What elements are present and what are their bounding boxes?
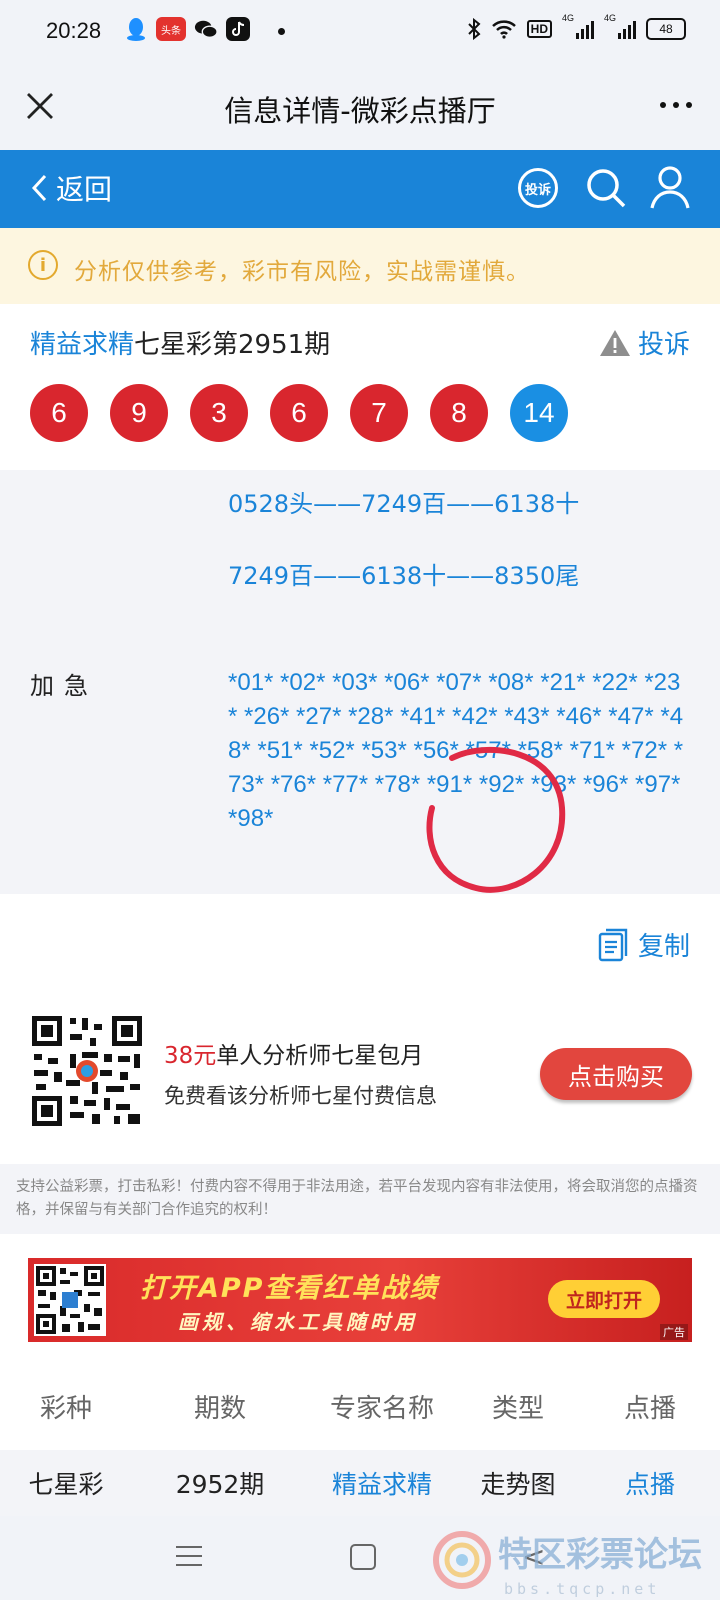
- status-right: HD 4G 4G 48: [467, 13, 686, 40]
- wifi-icon: [491, 20, 516, 39]
- notice-text: 分析仅供参考，彩市有风险，实战需谨慎。: [74, 259, 530, 285]
- qq-icon: [124, 17, 148, 41]
- wechat-icon: [194, 17, 218, 41]
- bluetooth-icon: [467, 18, 481, 40]
- app-banner-ad[interactable]: 打开APP查看红单战绩 画规、缩水工具随时用 立即打开 广告: [28, 1258, 692, 1342]
- banner-title: 打开APP查看红单战绩: [140, 1273, 439, 1304]
- ball: 8: [430, 384, 488, 442]
- complain-button[interactable]: 投诉: [598, 324, 690, 361]
- home-icon[interactable]: [350, 1544, 376, 1570]
- ball: 7: [350, 384, 408, 442]
- page-title: 信息详情-微彩点播厅: [224, 94, 496, 128]
- ball: 6: [270, 384, 328, 442]
- table-cell: 七星彩: [28, 1470, 104, 1499]
- ball: 9: [110, 384, 168, 442]
- forum-watermark: 特区彩票论坛 bbs.tqcp.net: [433, 1531, 702, 1598]
- result-balls: 6 9 3 6 7 8 14: [30, 384, 568, 442]
- more-icon[interactable]: [660, 102, 692, 108]
- menu-icon[interactable]: [176, 1546, 202, 1573]
- user-icon[interactable]: [648, 164, 692, 210]
- urgent-label: 加急: [30, 672, 98, 700]
- copy-label: 复制: [637, 932, 690, 962]
- column-header: 点播: [623, 1393, 676, 1424]
- promo-subtitle: 免费看该分析师七星付费信息: [164, 1084, 437, 1108]
- buy-button[interactable]: 点击购买: [540, 1048, 692, 1100]
- hand-drawn-circle: [426, 746, 566, 893]
- copy-button[interactable]: 复制: [598, 926, 690, 963]
- prediction-line-1: 0528头——7249百——6138十: [228, 490, 580, 518]
- prediction-line-2: 7249百——6138十——8350尾: [228, 562, 580, 590]
- tiktok-icon: [226, 17, 250, 41]
- article-title: 精益求精七星彩第2951期: [30, 324, 330, 361]
- promo-price-text: 单人分析师七星包月: [216, 1043, 424, 1069]
- table-cell: 走势图: [480, 1470, 556, 1499]
- promo-title: 38元单人分析师七星包月: [164, 1036, 423, 1070]
- copy-icon: [598, 928, 628, 961]
- signal-icon-2: 4G: [604, 13, 636, 39]
- expert-link[interactable]: 精益求精: [308, 1450, 456, 1516]
- play-link[interactable]: 点播: [580, 1450, 720, 1516]
- risk-notice: i 分析仅供参考，彩市有风险，实战需谨慎。: [0, 228, 720, 304]
- issue-title: 七星彩第2951期: [134, 330, 331, 360]
- table-cell: 2952期: [175, 1470, 265, 1499]
- watermark-url: bbs.tqcp.net: [504, 1580, 660, 1598]
- search-icon[interactable]: [584, 166, 628, 210]
- column-header: 类型: [491, 1393, 544, 1424]
- chevron-left-icon: [31, 174, 47, 202]
- qr-code-icon: [30, 1014, 144, 1128]
- special-ball: 14: [510, 384, 568, 442]
- column-header: 专家名称: [329, 1393, 434, 1424]
- status-time: 20:28: [46, 18, 102, 43]
- table-row: 七星彩 2952期 精益求精 走势图 点播: [0, 1450, 720, 1516]
- promo-price: 38元: [164, 1043, 217, 1069]
- battery-icon: 48: [646, 18, 686, 40]
- status-bar: 20:28 头条 HD 4G 4G 48: [0, 0, 720, 66]
- complain-label: 投诉: [637, 330, 690, 360]
- report-button[interactable]: 投诉: [518, 168, 558, 208]
- prediction-content: 0528头——7249百——6138十 7249百——6138十——8350尾 …: [0, 470, 720, 894]
- title-bar: 信息详情-微彩点播厅: [0, 66, 720, 150]
- watermark-text: 特区彩票论坛: [498, 1535, 702, 1575]
- author-link[interactable]: 精益求精: [30, 330, 134, 360]
- signal-icon: 4G: [562, 13, 594, 39]
- notification-dot: [278, 28, 285, 35]
- banner-subtitle: 画规、缩水工具随时用: [178, 1310, 418, 1334]
- back-label: 返回: [56, 173, 113, 206]
- ball: 6: [30, 384, 88, 442]
- subscription-promo: 38元单人分析师七星包月 免费看该分析师七星付费信息 点击购买: [0, 1000, 720, 1140]
- hd-icon: HD: [526, 20, 552, 38]
- open-app-button[interactable]: 立即打开: [548, 1280, 660, 1318]
- ad-tag: 广告: [660, 1324, 688, 1340]
- notification-icons: 头条: [124, 17, 250, 41]
- nav-bar: 返回 投诉: [0, 150, 720, 228]
- disclaimer-text: 支持公益彩票，打击私彩！付费内容不得用于非法用途，若平台发现内容有非法使用，将会…: [16, 1179, 698, 1218]
- table-header: 彩种 期数 专家名称 类型 点播: [0, 1376, 720, 1436]
- toutiao-icon: 头条: [156, 17, 186, 41]
- disclaimer: 支持公益彩票，打击私彩！付费内容不得用于非法用途，若平台发现内容有非法使用，将会…: [0, 1164, 720, 1234]
- back-button[interactable]: 返回: [30, 168, 112, 208]
- column-header: 彩种: [39, 1393, 92, 1424]
- warning-icon: [599, 329, 630, 356]
- ball: 3: [190, 384, 248, 442]
- info-icon: i: [28, 250, 58, 280]
- banner-qr-code-icon: [34, 1264, 106, 1336]
- column-header: 期数: [193, 1393, 246, 1424]
